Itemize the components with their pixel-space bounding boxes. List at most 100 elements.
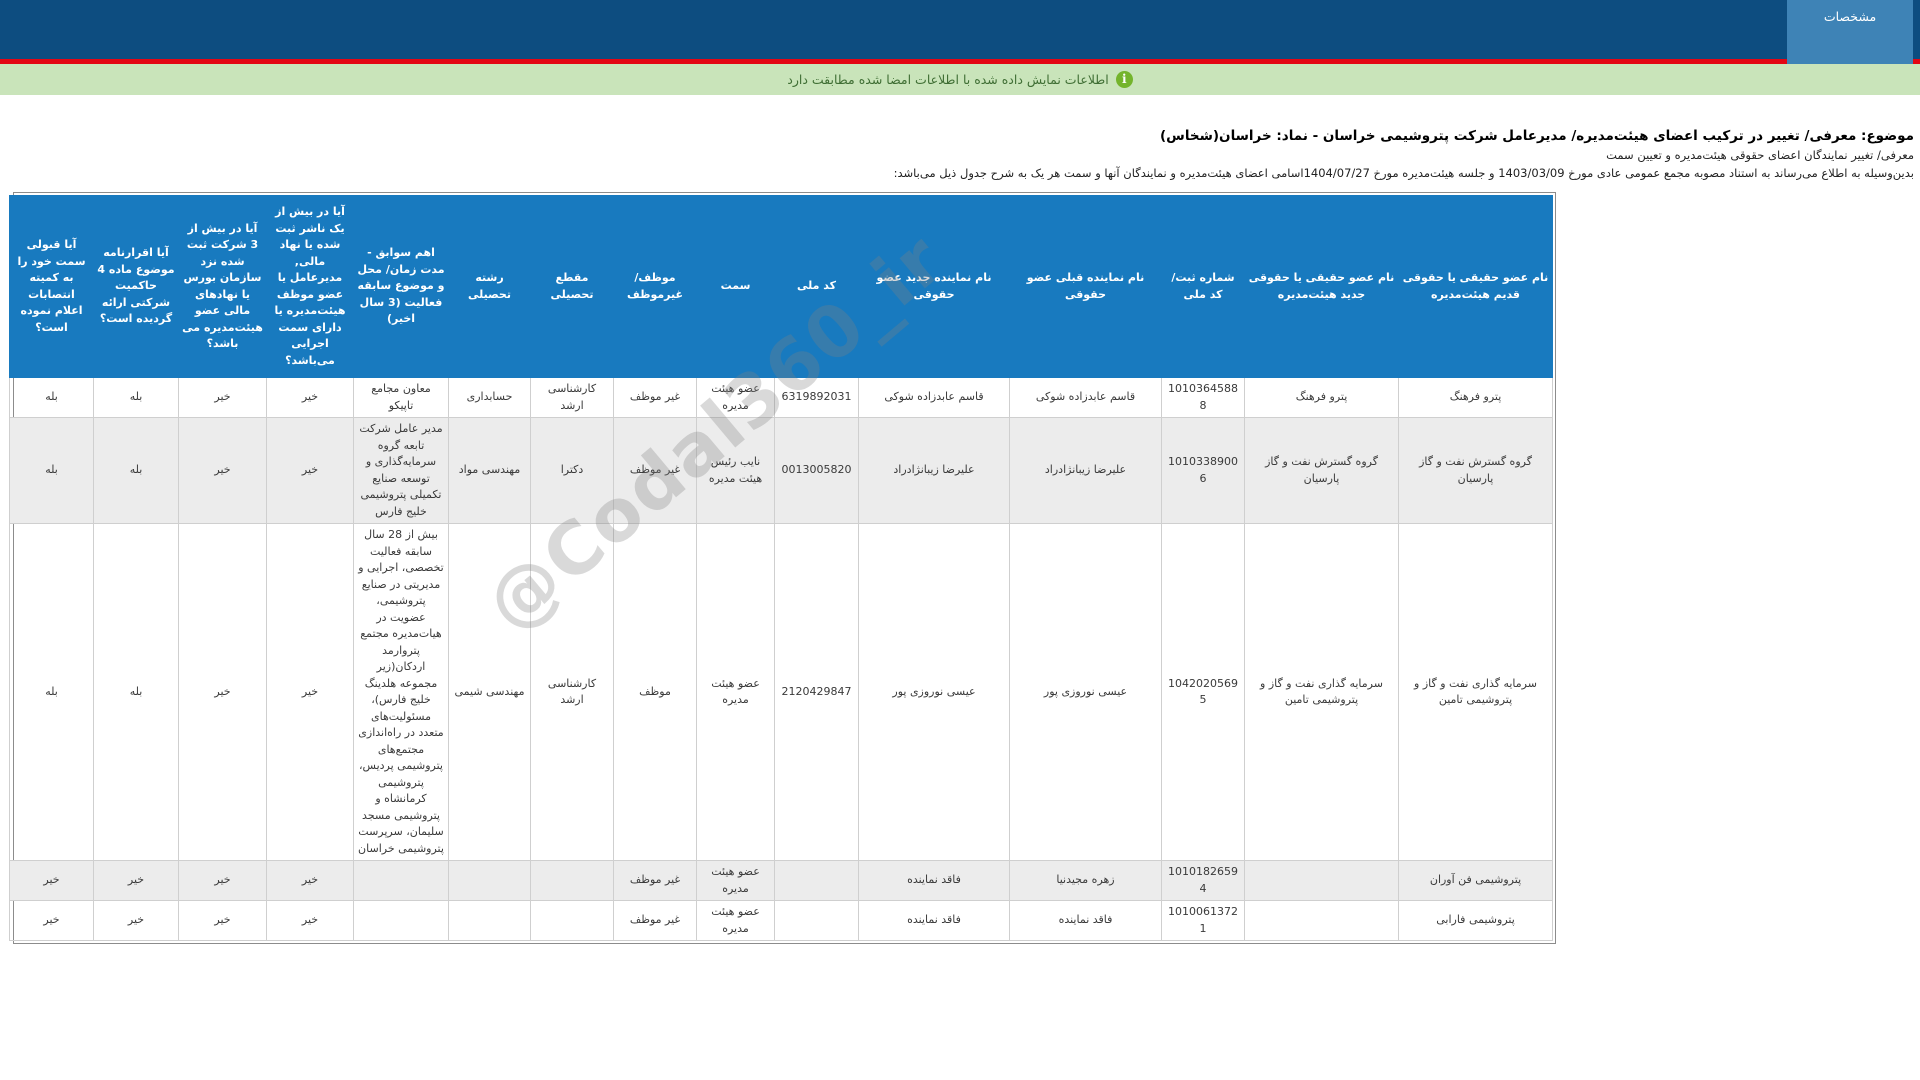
col-duty-status: موظف/ غیرموظف [613,195,697,378]
table-cell: عضو هیئت مدیره [696,377,775,418]
table-cell: بله [9,377,94,418]
report-heading: موضوع: معرفی/ تغییر در ترکیب اعضای هیئت‌… [0,128,1914,180]
table-cell: سرمایه گذاری نفت و گاز و پتروشیمی تامین [1398,523,1553,861]
table-row: پترو فرهنگ پترو فرهنگ 10103645888 قاسم عابد… [9,377,1553,418]
table-cell: پترو فرهنگ [1398,377,1553,418]
table-cell: حسابداری [448,377,531,418]
table-cell: خیر [178,900,267,941]
table-cell: سرمایه گذاری نفت و گاز و پتروشیمی تامین [1244,523,1399,861]
table-cell: خیر [178,417,267,524]
table-cell: قاسم عابدزاده شوکی [1009,377,1162,418]
col-q-multiple-financial-institutions: آیا در بیش از یک ناشر ثبت شده یا نهاد ما… [266,195,354,378]
top-bar: مشخصات [0,0,1920,64]
table-cell: موظف [613,523,697,861]
table-cell: فاقد نماینده [1009,900,1162,941]
table-cell: خیر [9,900,94,941]
table-cell: بله [9,417,94,524]
table-cell: 10420205695 [1161,523,1245,861]
table-cell: 10100613721 [1161,900,1245,941]
table-cell [774,900,859,941]
table-cell: فاقد نماینده [858,860,1010,901]
col-registration-national-id: شماره ثبت/ کد ملی [1161,195,1245,378]
table-cell: علیرضا زیبانژادراد [858,417,1010,524]
col-previous-representative: نام نماینده قبلی عضو حقوقی [1009,195,1162,378]
table-cell: 0013005820 [774,417,859,524]
table-cell: بله [9,523,94,861]
table-cell: 6319892031 [774,377,859,418]
table-cell: بیش از 28 سال سابقه فعالیت تخصصی، اجرایی… [353,523,449,861]
tab-specifications-label: مشخصات [1823,9,1877,24]
table-cell: عضو هیئت مدیره [696,523,775,861]
col-q-more-than-3-companies: آیا در بیش از 3 شرکت ثبت شده نزد سازمان … [178,195,267,378]
red-divider [0,59,1920,64]
table-cell: پترو فرهنگ [1244,377,1399,418]
table-cell [774,860,859,901]
table-cell: بله [93,377,179,418]
table-cell [1244,900,1399,941]
table-cell [353,900,449,941]
col-position: سمت [696,195,775,378]
table-cell [448,860,531,901]
col-education-level: مقطع تحصیلی [530,195,614,378]
table-cell: معاون مجامع تاپیکو [353,377,449,418]
table-cell [530,900,614,941]
board-table-container: نام عضو حقیقی یا حقوقی قدیم هیئت‌مدیره ن… [9,192,1556,944]
table-cell: غیر موظف [613,860,697,901]
table-cell: عیسی نوروزی پور [858,523,1010,861]
table-cell: قاسم عابدزاده شوکی [858,377,1010,418]
table-cell: عضو هیئت مدیره [696,860,775,901]
table-cell: خیر [9,860,94,901]
table-cell: خیر [178,523,267,861]
table-cell: خیر [266,417,354,524]
table-header-row: نام عضو حقیقی یا حقوقی قدیم هیئت‌مدیره ن… [9,195,1553,378]
table-cell: خیر [266,377,354,418]
table-row: سرمایه گذاری نفت و گاز و پتروشیمی تامین س… [9,523,1553,861]
table-cell: غیر موظف [613,900,697,941]
col-old-legal-member: نام عضو حقیقی یا حقوقی قدیم هیئت‌مدیره [1398,195,1553,378]
report-subtitle: معرفی/ تغییر نمایندگان اعضای حقوقی هیئت‌… [1606,148,1914,162]
table-cell: بله [93,417,179,524]
table-row: پتروشیمی فارابی 10100613721 فاقد نماینده فا… [9,900,1553,941]
col-education-field: رشته تحصیلی [448,195,531,378]
table-cell: خیر [93,900,179,941]
table-cell: خیر [93,860,179,901]
table-cell: گروه گسترش نفت و گاز پارسیان [1398,417,1553,524]
col-q-article4-declaration: آیا اقرارنامه موضوع ماده 4 حاکمیت شرکتی … [93,195,179,378]
table-cell: مهندسی مواد [448,417,531,524]
table-cell: غیر موظف [613,417,697,524]
table-cell: 2120429847 [774,523,859,861]
table-cell: مدیر عامل شرکت تابعه گروه سرمایه‌گذاری و… [353,417,449,524]
table-cell: زهره مجیدنیا [1009,860,1162,901]
signature-verified-banner: i اطلاعات نمایش داده شده با اطلاعات امضا… [0,64,1920,95]
table-cell: خیر [266,523,354,861]
table-cell: مهندسی شیمی [448,523,531,861]
table-row: پتروشیمی فن آوران 10101826594 زهره مجیدنیا… [9,860,1553,901]
table-cell: خیر [266,900,354,941]
table-cell: دکترا [530,417,614,524]
banner-message: اطلاعات نمایش داده شده با اطلاعات امضا ش… [787,72,1109,87]
table-cell: گروه گسترش نفت و گاز پارسیان [1244,417,1399,524]
table-cell: 10103645888 [1161,377,1245,418]
report-description: بدین‌وسیله به اطلاع می‌رساند به استناد م… [893,166,1914,180]
table-cell [353,860,449,901]
table-cell: علیرضا زیبانژادراد [1009,417,1162,524]
table-cell: کارشناسی ارشد [530,377,614,418]
table-body: پترو فرهنگ پترو فرهنگ 10103645888 قاسم عابد… [9,377,1553,941]
table-cell [1244,860,1399,901]
table-cell: عیسی نوروزی پور [1009,523,1162,861]
col-national-code: کد ملی [774,195,859,378]
table-cell: پتروشیمی فارابی [1398,900,1553,941]
table-cell: 10103389006 [1161,417,1245,524]
table-cell: فاقد نماینده [858,900,1010,941]
tab-specifications[interactable]: مشخصات [1787,0,1913,64]
table-cell [530,860,614,901]
table-cell [448,900,531,941]
info-icon: i [1115,71,1133,88]
report-subject: موضوع: معرفی/ تغییر در ترکیب اعضای هیئت‌… [1160,128,1914,144]
col-experience: اهم سوابق - مدت زمان/ محل و موضوع سابقه … [353,195,449,378]
table-cell: خیر [178,860,267,901]
table-cell: 10101826594 [1161,860,1245,901]
table-cell: خیر [266,860,354,901]
table-cell: غیر موظف [613,377,697,418]
col-q-appointment-committee: آیا قبولی سمت خود را به کمیته انتصابات ا… [9,195,94,378]
